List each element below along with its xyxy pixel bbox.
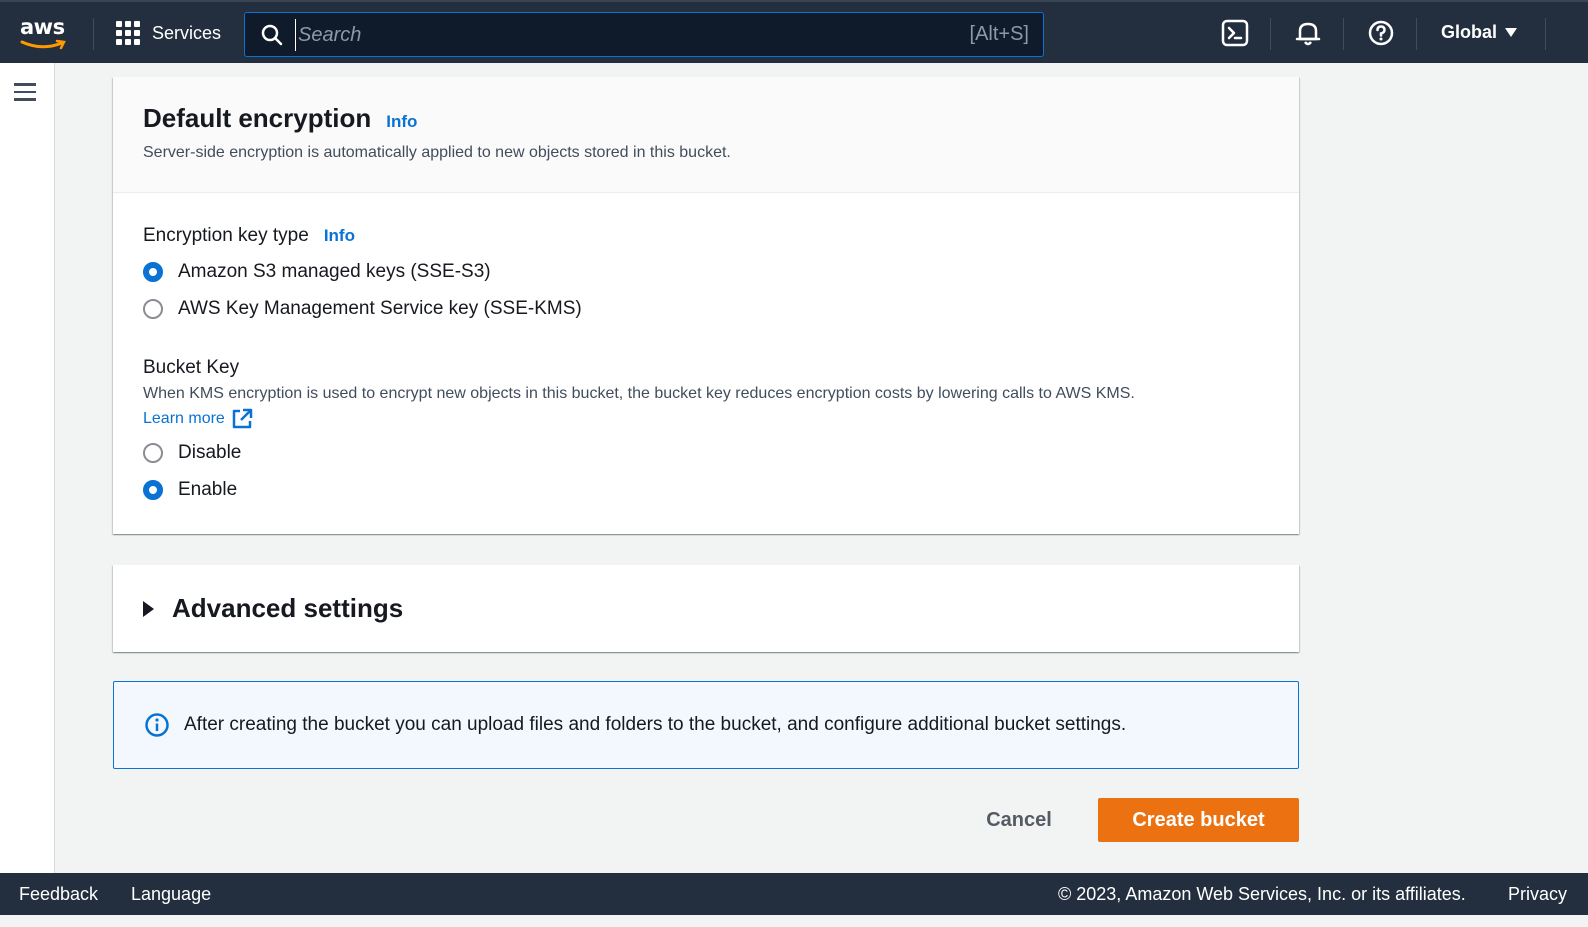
info-alert-text: After creating the bucket you can upload… [184, 714, 1127, 735]
search-bar[interactable]: [Alt+S] [244, 12, 1044, 57]
caret-right-icon [143, 600, 154, 617]
radio-bucket-key-disable[interactable]: Disable [143, 440, 1269, 465]
region-selector[interactable]: Global [1441, 22, 1518, 43]
services-menu-button[interactable]: Services [116, 20, 221, 46]
create-bucket-button[interactable]: Create bucket [1098, 798, 1299, 842]
default-encryption-description: Server-side encryption is automatically … [143, 144, 731, 161]
advanced-settings-label: Advanced settings [172, 593, 404, 623]
menu-hamburger-icon[interactable] [14, 83, 36, 101]
cloudshell-icon[interactable] [1221, 19, 1249, 47]
page-bottom-strip [0, 915, 1588, 927]
default-encryption-info-link[interactable]: Info [386, 112, 417, 132]
radio-bucket-key-enable[interactable]: Enable [143, 477, 1269, 502]
advanced-settings-toggle[interactable]: Advanced settings [143, 593, 403, 624]
help-icon[interactable] [1367, 19, 1395, 47]
radio-disable-label: Disable [178, 441, 242, 463]
cancel-button[interactable]: Cancel [968, 800, 1070, 840]
copyright-text: © 2023, Amazon Web Services, Inc. or its… [1058, 884, 1466, 904]
default-encryption-header: Default encryption Info Server-side encr… [113, 77, 1299, 193]
encryption-key-type-label: Encryption key type [143, 225, 309, 246]
aws-logo-text: aws [20, 15, 65, 39]
advanced-settings-panel: Advanced settings [113, 565, 1299, 652]
default-encryption-panel: Default encryption Info Server-side encr… [113, 77, 1299, 534]
radio-button-selected[interactable] [143, 261, 163, 282]
side-navigation [0, 63, 55, 873]
info-alert: After creating the bucket you can upload… [113, 681, 1299, 769]
nav-divider [93, 18, 94, 50]
region-label: Global [1441, 22, 1498, 42]
external-link-icon [232, 408, 253, 429]
radio-sse-s3[interactable]: Amazon S3 managed keys (SSE-S3) [143, 259, 1269, 284]
search-shortcut-hint: [Alt+S] [969, 23, 1029, 45]
radio-sse-s3-label: Amazon S3 managed keys (SSE-S3) [178, 260, 491, 282]
radio-button[interactable] [143, 442, 163, 463]
radio-button-selected[interactable] [143, 479, 163, 500]
learn-more-label: Learn more [143, 410, 225, 427]
radio-button[interactable] [143, 298, 163, 319]
bucket-key-description: When KMS encryption is used to encrypt n… [143, 385, 1135, 402]
services-grid-icon [116, 21, 140, 45]
bucket-key-label: Bucket Key [143, 357, 240, 378]
default-encryption-title: Default encryption [143, 103, 372, 133]
default-encryption-body: Encryption key type Info Amazon S3 manag… [113, 193, 1299, 502]
search-input[interactable] [295, 19, 895, 51]
language-link[interactable]: Language [131, 884, 211, 905]
feedback-link[interactable]: Feedback [19, 884, 98, 905]
nav-divider [1416, 18, 1417, 50]
search-icon [261, 24, 283, 46]
top-navigation: aws Services [Alt+S] G [0, 0, 1588, 63]
learn-more-link[interactable]: Learn more [143, 408, 1269, 430]
nav-divider [1545, 18, 1546, 50]
services-label: Services [152, 23, 222, 43]
info-circle-icon [145, 713, 169, 737]
radio-sse-kms[interactable]: AWS Key Management Service key (SSE-KMS) [143, 296, 1269, 321]
radio-sse-kms-label: AWS Key Management Service key (SSE-KMS) [178, 297, 582, 319]
aws-logo[interactable]: aws [20, 16, 70, 52]
privacy-link[interactable]: Privacy [1508, 884, 1567, 905]
nav-divider [1270, 18, 1271, 50]
radio-enable-label: Enable [178, 478, 238, 500]
encryption-key-type-info-link[interactable]: Info [324, 226, 355, 246]
aws-smile-icon [20, 39, 66, 50]
caret-down-icon [1505, 28, 1518, 37]
console-footer: Feedback Language © 2023, Amazon Web Ser… [0, 873, 1588, 915]
notifications-bell-icon[interactable] [1294, 19, 1322, 47]
nav-divider [1343, 18, 1344, 50]
